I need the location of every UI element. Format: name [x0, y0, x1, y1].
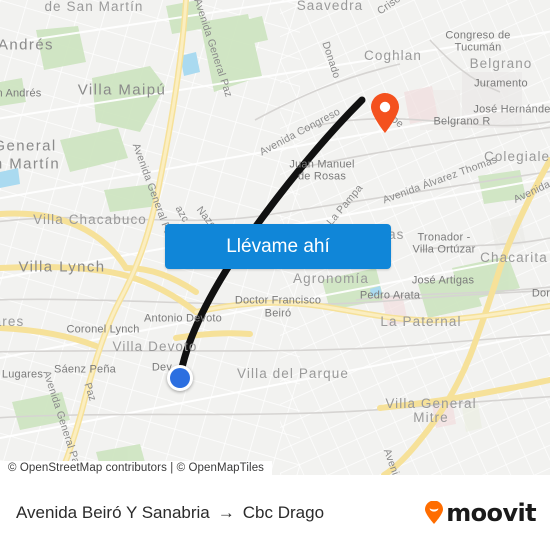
map-attribution[interactable]: © OpenStreetMap contributors | © OpenMap… — [0, 461, 273, 475]
route-destination-name: Cbc Drago — [242, 502, 325, 522]
origin-location-dot[interactable] — [167, 365, 193, 391]
map-pin-icon — [371, 93, 399, 133]
moovit-logo[interactable]: moovit — [423, 498, 537, 527]
route-summary: Avenida Beiró Y Sanabria → Cbc Drago — [16, 503, 324, 523]
arrow-right-icon: → — [217, 502, 235, 522]
moovit-trip-map-screen: de San Martín Saavedra Andrés Villa Maipú Co… — [0, 0, 550, 550]
moovit-wordmark: moovit — [446, 498, 536, 527]
take-me-there-button[interactable]: Llévame ahí — [165, 224, 391, 269]
moovit-pin-icon — [425, 500, 444, 524]
footer-bar: Avenida Beiró Y Sanabria → Cbc Drago moo… — [0, 475, 550, 550]
route-origin-name: Avenida Beiró Y Sanabria — [16, 502, 210, 522]
map-canvas[interactable]: de San Martín Saavedra Andrés Villa Maipú Co… — [0, 0, 550, 475]
